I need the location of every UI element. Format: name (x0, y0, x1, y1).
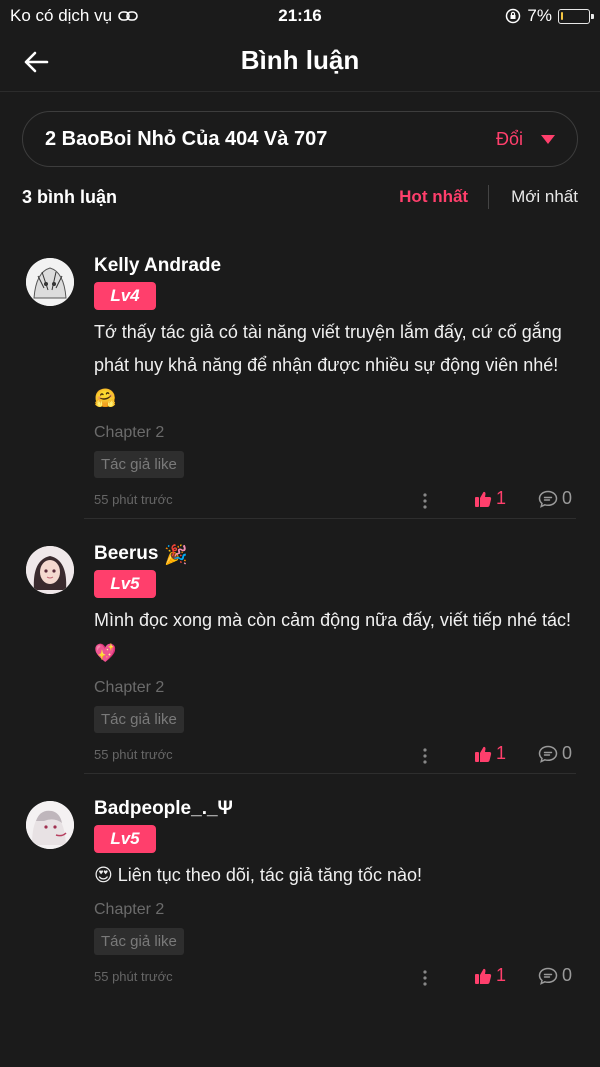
party-popper-emoji: 🎉 (164, 543, 189, 566)
reply-count: 0 (562, 743, 573, 763)
chat-bubble-icon (538, 967, 558, 985)
comment-text: Tớ thấy tác giả có tài năng viết truyện … (94, 322, 562, 408)
page-title: Bình luận (240, 45, 360, 75)
comment-time: 55 phút trước (94, 492, 173, 507)
chapter-selector[interactable]: 2 BaoBoi Nhỏ Của 404 Và 707 Đổi (22, 111, 578, 167)
level-badge: Lv5 (94, 570, 156, 598)
battery-icon (558, 8, 594, 24)
comment-time: 55 phút trước (94, 747, 173, 762)
username[interactable]: Beerus 🎉 (94, 542, 578, 566)
like-button[interactable]: 1 (474, 965, 506, 986)
like-count: 1 (496, 965, 507, 985)
avatar[interactable] (26, 801, 74, 849)
like-button[interactable]: 1 (474, 743, 506, 764)
reply-count: 0 (562, 965, 573, 985)
reply-button[interactable]: 0 (538, 965, 572, 986)
level-badge: Lv4 (94, 282, 156, 310)
comment-chapter: Chapter 2 (94, 424, 165, 441)
author-liked-tag: Tác giả like (94, 928, 184, 955)
username[interactable]: Kelly Andrade (94, 254, 578, 278)
status-bar: Ko có dịch vụ 21:16 7% (0, 0, 600, 32)
like-count: 1 (496, 488, 507, 508)
rotation-lock-icon (506, 8, 521, 24)
username-text: Badpeople_._Ψ (94, 798, 233, 819)
more-options-icon[interactable] (420, 969, 430, 987)
reply-count: 0 (562, 488, 573, 508)
avatar-image (26, 801, 74, 849)
avatar-image (26, 258, 74, 306)
comment-count: 3 bình luận (22, 186, 118, 207)
more-options-icon[interactable] (420, 492, 430, 510)
chapter-name: 2 BaoBoi Nhỏ Của 404 Và 707 (45, 127, 328, 150)
avatar-image (26, 546, 74, 594)
sort-new-tab[interactable]: Mới nhất (489, 187, 578, 207)
like-button[interactable]: 1 (474, 488, 506, 509)
thumbs-up-icon (475, 968, 492, 984)
author-liked-tag: Tác giả like (94, 706, 184, 733)
battery-percent: 7% (527, 6, 552, 25)
sort-bar: 3 bình luận Hot nhất Mới nhất (22, 184, 578, 210)
comment-text: Mình đọc xong mà còn cảm động nữa đấy, v… (94, 610, 571, 663)
reply-button[interactable]: 0 (538, 743, 572, 764)
comment-divider (84, 773, 576, 774)
username-text: Kelly Andrade (94, 255, 222, 276)
sort-hot-tab[interactable]: Hot nhất (399, 187, 488, 207)
thumbs-up-icon (475, 746, 492, 762)
comment-footer: 55 phút trước 1 0 (94, 486, 578, 516)
battery-fill (561, 11, 563, 20)
avatar[interactable] (26, 258, 74, 306)
change-chapter-label[interactable]: Đổi (496, 129, 523, 150)
more-options-icon[interactable] (420, 747, 430, 765)
reply-button[interactable]: 0 (538, 488, 572, 509)
comment-chapter: Chapter 2 (94, 679, 165, 696)
chat-bubble-icon (538, 745, 558, 763)
thumbs-up-icon (475, 491, 492, 507)
level-badge: Lv5 (94, 825, 156, 853)
username-text: Beerus (94, 543, 159, 564)
comment-time: 55 phút trước (94, 969, 173, 984)
comment-footer: 55 phút trước 1 0 (94, 963, 578, 993)
caret-down-icon (541, 134, 555, 144)
status-right: 7% (505, 6, 594, 26)
avatar[interactable] (26, 546, 74, 594)
comment-footer: 55 phút trước 1 0 (94, 741, 578, 771)
author-liked-tag: Tác giả like (94, 451, 184, 478)
comment-text: 😍 Liên tục theo dõi, tác giả tăng tốc nà… (94, 865, 422, 885)
username[interactable]: Badpeople_._Ψ (94, 797, 578, 821)
comment-divider (84, 518, 576, 519)
like-count: 1 (496, 743, 507, 763)
comment-chapter: Chapter 2 (94, 901, 165, 918)
chat-bubble-icon (538, 490, 558, 508)
header: Bình luận (0, 32, 600, 92)
